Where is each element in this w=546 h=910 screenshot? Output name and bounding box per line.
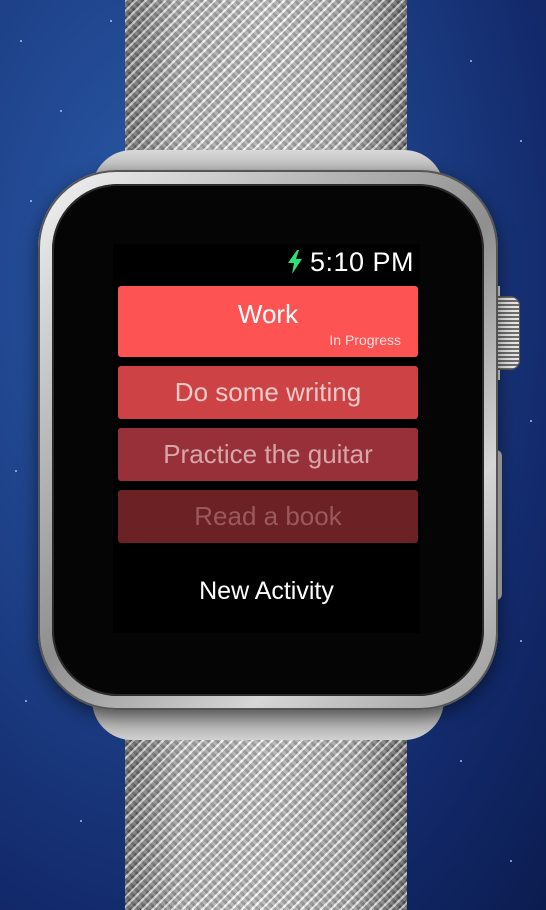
activity-label: Work: [237, 299, 299, 329]
new-activity-button[interactable]: New Activity: [113, 577, 420, 606]
charging-bolt-icon: [287, 250, 302, 274]
activity-row-do-some-writing[interactable]: Do some writing: [118, 366, 418, 419]
activity-label: Practice the guitar: [163, 439, 373, 469]
activity-row-practice-the-guitar[interactable]: Practice the guitar: [118, 428, 418, 481]
activity-label: Read a book: [194, 501, 342, 531]
activity-row-work[interactable]: Work In Progress: [118, 286, 418, 357]
activity-row-read-a-book[interactable]: Read a book: [118, 490, 418, 543]
activity-status-badge: In Progress: [329, 332, 401, 348]
watch-screen: 5:10 PM Work In Progress Do some writing…: [113, 244, 420, 633]
status-bar: 5:10 PM: [286, 246, 414, 278]
activity-label: Do some writing: [174, 377, 362, 407]
clock-time: 5:10 PM: [309, 246, 414, 277]
